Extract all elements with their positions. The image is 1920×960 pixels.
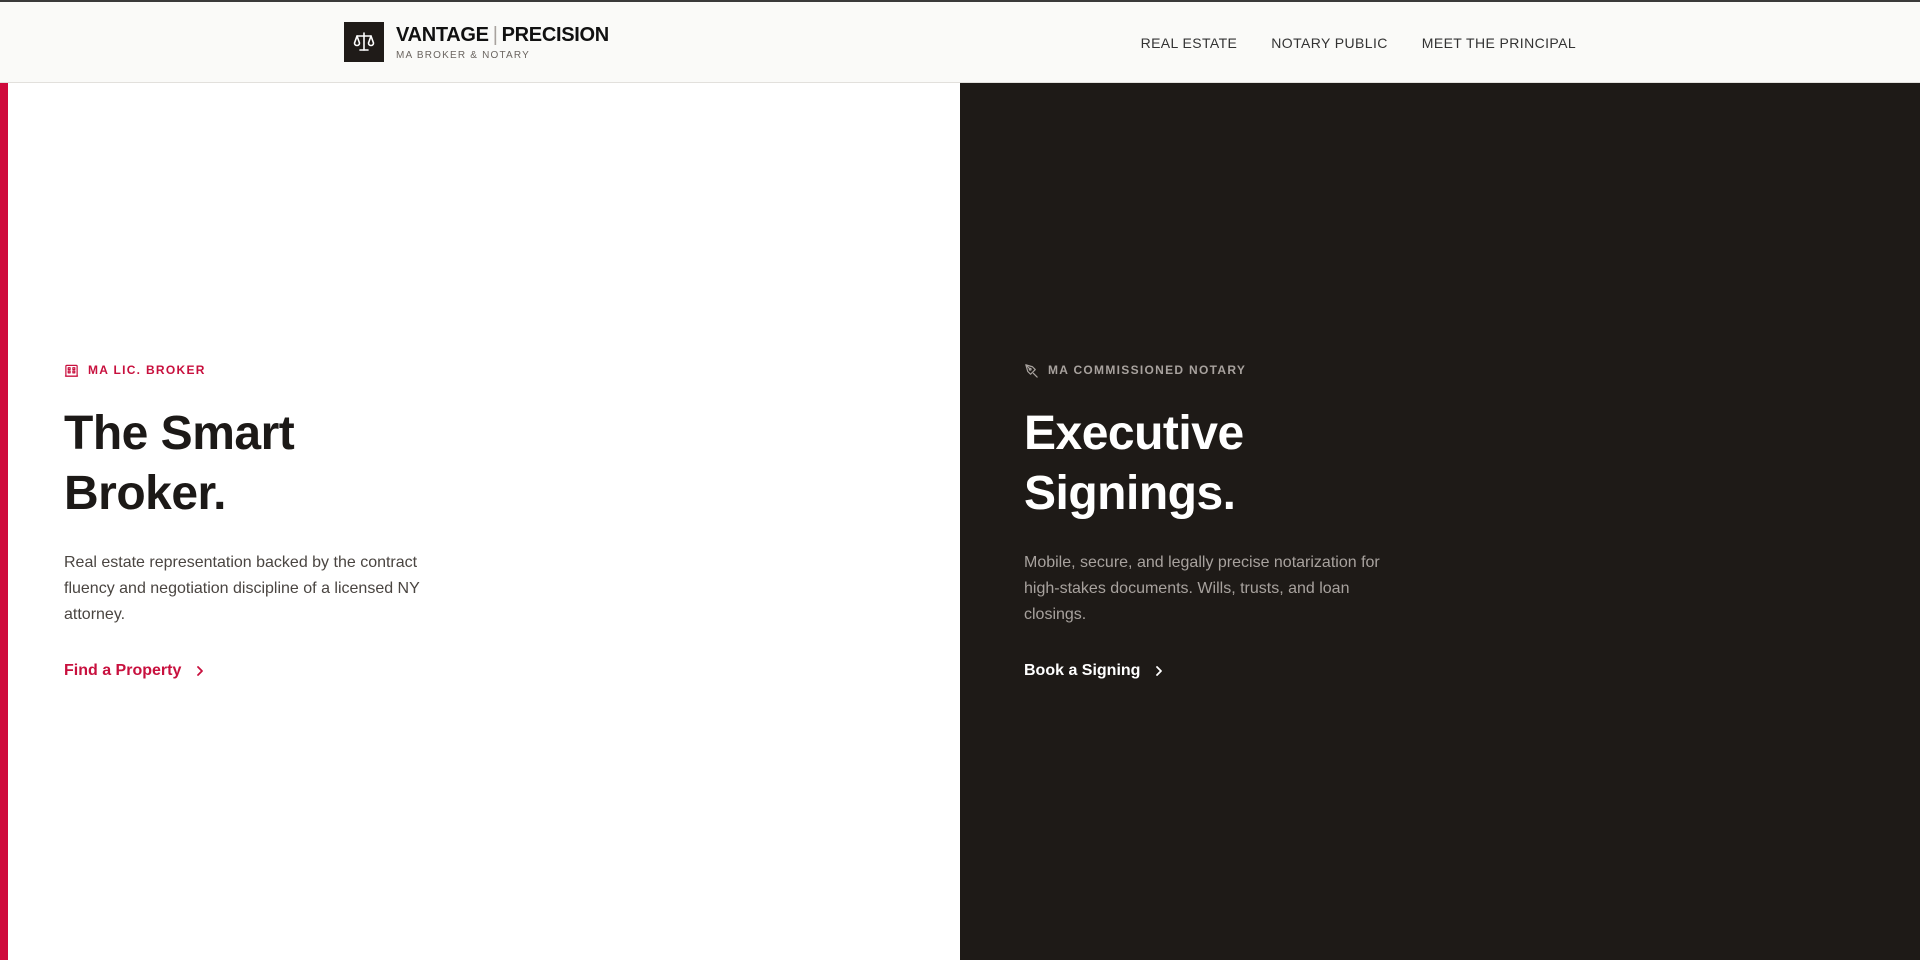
notary-title-line1: Executive bbox=[1024, 407, 1244, 460]
brand-subtitle: MA BROKER & NOTARY bbox=[396, 49, 531, 61]
pen-nib-icon bbox=[1025, 363, 1038, 378]
brand-logo-link[interactable]: VANTAGE | PRECISION MA BROKER & NOTARY bbox=[344, 22, 609, 62]
book-signing-link[interactable]: Book a Signing bbox=[1024, 661, 1164, 681]
brand-separator: | bbox=[492, 23, 498, 46]
building-icon bbox=[64, 364, 79, 377]
find-property-label: Find a Property bbox=[64, 662, 182, 679]
accent-bar bbox=[0, 83, 8, 960]
brand-name-right: PRECISION bbox=[501, 23, 610, 46]
notary-description: Mobile, secure, and legally precise nota… bbox=[1024, 554, 1380, 623]
scales-icon bbox=[353, 32, 375, 51]
broker-content: MA LIC. BROKER The Smart Broker. Real est… bbox=[64, 362, 464, 681]
brand-name: VANTAGE | PRECISION bbox=[396, 23, 609, 47]
main-nav: REAL ESTATE NOTARY PUBLIC MEET THE PRINC… bbox=[1141, 34, 1576, 52]
notary-eyebrow: MA COMMISSIONED NOTARY bbox=[1024, 362, 1424, 378]
site-header: VANTAGE | PRECISION MA BROKER & NOTARY REA… bbox=[0, 2, 1920, 83]
broker-title: The Smart Broker. bbox=[64, 404, 464, 524]
broker-eyebrow-label: MA LIC. BROKER bbox=[88, 363, 206, 377]
logo-mark bbox=[344, 22, 384, 62]
broker-panel: MA LIC. BROKER The Smart Broker. Real est… bbox=[0, 83, 960, 960]
broker-eyebrow: MA LIC. BROKER bbox=[64, 362, 464, 378]
broker-description: Real estate representation backed by the… bbox=[64, 554, 420, 623]
notary-title-line2: Signings. bbox=[1024, 467, 1236, 520]
chevron-right-icon bbox=[197, 666, 204, 676]
notary-content: MA COMMISSIONED NOTARY Executive Signings… bbox=[1024, 362, 1424, 681]
nav-real-estate[interactable]: REAL ESTATE bbox=[1141, 34, 1238, 52]
brand-name-left: VANTAGE bbox=[396, 23, 489, 46]
find-property-link[interactable]: Find a Property bbox=[64, 661, 205, 681]
notary-panel: MA COMMISSIONED NOTARY Executive Signings… bbox=[960, 83, 1920, 960]
notary-eyebrow-label: MA COMMISSIONED NOTARY bbox=[1048, 363, 1247, 377]
chevron-right-icon bbox=[1156, 666, 1163, 676]
broker-title-line2: Broker. bbox=[64, 467, 226, 520]
nav-notary-public[interactable]: NOTARY PUBLIC bbox=[1271, 34, 1387, 52]
broker-title-line1: The Smart bbox=[64, 407, 295, 460]
nav-meet-the-principal[interactable]: MEET THE PRINCIPAL bbox=[1422, 34, 1576, 52]
book-signing-label: Book a Signing bbox=[1024, 662, 1141, 679]
notary-title: Executive Signings. bbox=[1024, 404, 1424, 524]
